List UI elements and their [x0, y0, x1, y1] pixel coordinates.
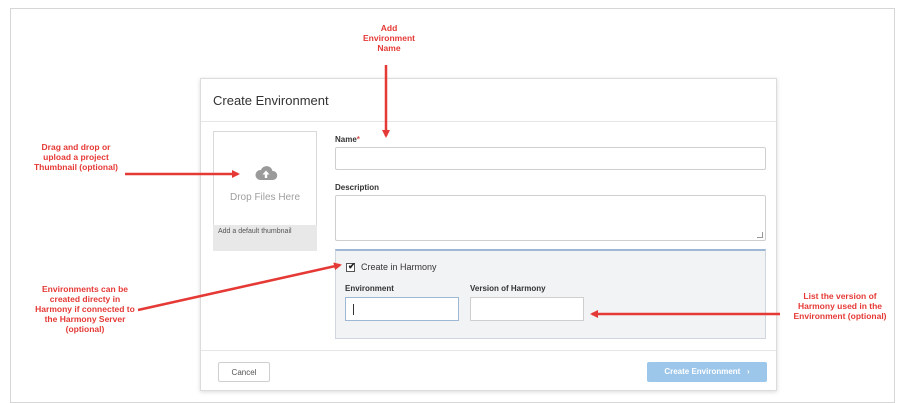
annotation-harmony: Environments can be created directy in H… [35, 284, 135, 334]
environment-label: Environment [345, 284, 394, 293]
chevron-right-icon: › [742, 367, 750, 376]
create-in-harmony-checkbox[interactable]: ✔ [346, 261, 356, 272]
drop-files-text: Drop Files Here [229, 192, 301, 203]
dialog-title: Create Environment [213, 93, 329, 108]
cancel-button[interactable]: Cancel [218, 362, 270, 382]
name-input[interactable] [335, 147, 766, 170]
checkmark-icon: ✔ [348, 261, 356, 271]
title-divider [201, 121, 776, 122]
annotation-thumbnail: Drag and drop or upload a project Thumbn… [33, 142, 119, 172]
description-label: Description [335, 183, 380, 192]
required-marker: * [356, 135, 360, 144]
cloud-upload-icon [254, 164, 278, 187]
annotation-version: List the version of Harmony used in the … [793, 291, 887, 321]
name-label-text: Name [335, 135, 357, 144]
create-environment-button[interactable]: Create Environment › [647, 362, 767, 382]
version-input[interactable] [470, 297, 584, 321]
resize-handle-icon[interactable] [757, 232, 763, 238]
environment-input[interactable] [345, 297, 459, 321]
create-environment-label: Create Environment [664, 367, 741, 376]
annotation-add-name: Add Environment Name [363, 23, 415, 53]
name-label: Name* [335, 135, 360, 144]
footer-divider [201, 350, 776, 351]
text-caret [353, 304, 354, 315]
create-in-harmony-label[interactable]: Create in Harmony [361, 262, 437, 272]
add-default-thumbnail[interactable]: Add a default thumbnail [213, 225, 317, 251]
description-textarea[interactable] [335, 195, 766, 241]
create-environment-dialog: Create Environment Drop Files Here Add a… [200, 78, 777, 391]
version-label: Version of Harmony [470, 284, 546, 293]
harmony-panel: ✔ Create in Harmony Environment Version … [335, 249, 766, 339]
